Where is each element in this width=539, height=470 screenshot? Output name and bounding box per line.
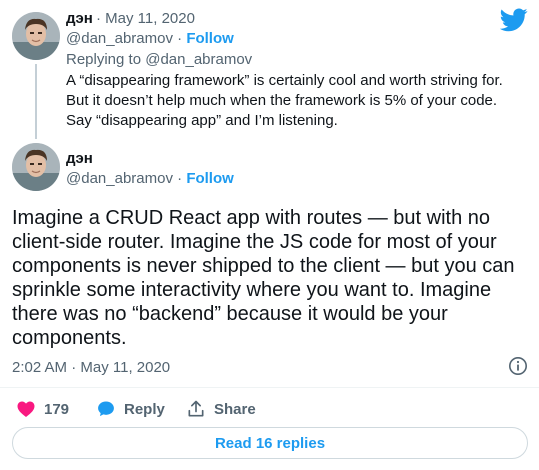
embedded-tweet-card: дэн · May 11, 2020 @dan_abramov · Follow… [0, 0, 539, 470]
thread-connector [35, 64, 37, 139]
author-handle[interactable]: @dan_abramov [66, 30, 173, 47]
tweet-meta: · May 11, 2020 [96, 10, 195, 27]
replying-prefix: Replying to [66, 51, 142, 68]
separator-dot: · [172, 170, 187, 187]
reply-label: Reply [124, 400, 165, 418]
author-handle-row: @dan_abramov · Follow [66, 170, 234, 187]
author-handle[interactable]: @dan_abramov [66, 170, 173, 187]
share-icon [188, 400, 204, 417]
tweet-timestamp[interactable]: 2:02 AM · May 11, 2020 [12, 359, 170, 376]
main-tweet-text: Imagine a CRUD React app with routes — b… [12, 207, 515, 349]
read-replies-button[interactable]: Read 16 replies [12, 427, 528, 459]
replying-to-handle[interactable]: @dan_abramov [145, 51, 252, 68]
reply-bubble-icon [98, 401, 114, 417]
author-handle-row: @dan_abramov · Follow [66, 30, 234, 47]
tweet-date[interactable]: May 11, 2020 [105, 10, 195, 27]
heart-icon [17, 401, 35, 417]
author-name[interactable]: дэн [66, 150, 93, 167]
like-count: 179 [44, 400, 70, 418]
author-name[interactable]: дэн [66, 10, 93, 27]
separator-dot: · [172, 30, 187, 47]
info-icon[interactable] [508, 356, 528, 376]
reply-button[interactable]: Reply [96, 398, 165, 420]
share-button[interactable]: Share [186, 398, 256, 420]
divider [0, 387, 539, 388]
avatar[interactable] [12, 143, 60, 191]
follow-button[interactable]: Follow [186, 30, 234, 47]
twitter-bird-icon[interactable] [500, 8, 528, 32]
like-button[interactable]: 179 [16, 398, 69, 420]
avatar[interactable] [12, 12, 60, 60]
share-label: Share [214, 400, 256, 418]
separator-dot: · [96, 10, 106, 27]
reply-tweet-text: A “disappearing framework” is certainly … [66, 72, 503, 129]
follow-button[interactable]: Follow [186, 170, 234, 187]
replying-to-line: Replying to @dan_abramov [66, 51, 252, 68]
